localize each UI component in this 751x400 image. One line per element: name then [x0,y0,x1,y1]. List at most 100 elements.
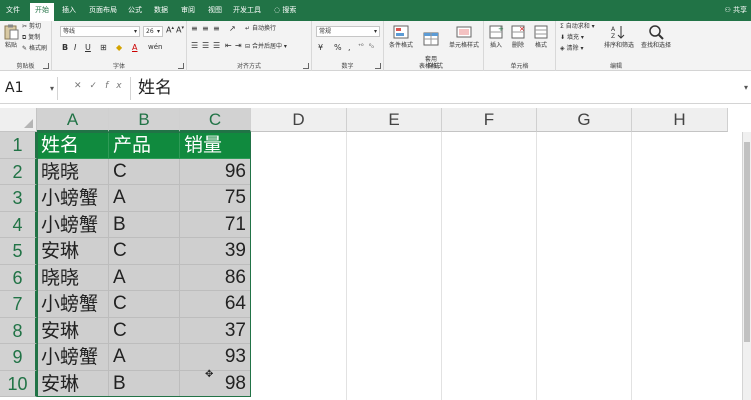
column-header-a[interactable]: A [37,108,109,132]
product-cell[interactable]: C [109,158,180,185]
tab-view[interactable]: 视图 [204,4,226,21]
row-header-4[interactable]: 4 [0,211,37,238]
align-center-icon[interactable]: ☰ [202,41,209,50]
percent-button[interactable]: % [334,43,342,52]
number-launcher[interactable] [375,63,381,69]
decrease-font-icon[interactable]: A▾ [176,25,184,35]
product-cell[interactable]: C [109,238,180,265]
tab-page-layout[interactable]: 页面布局 [86,4,120,21]
alignment-launcher[interactable] [303,63,309,69]
column-header-c[interactable]: C [180,108,251,132]
orientation-icon[interactable]: ↗ [229,24,236,33]
empty-column-e[interactable] [347,132,442,400]
font-launcher[interactable] [178,63,184,69]
sales-cell[interactable]: 98 [180,370,251,397]
number-format-select[interactable]: 常规 ▾ [316,26,380,37]
name-cell[interactable]: 安琳 [37,238,109,265]
row-header-8[interactable]: 8 [0,317,37,344]
tab-file[interactable]: 文件 [2,4,24,21]
increase-decimal-icon[interactable]: ⁺⁰ [358,43,364,50]
sales-cell[interactable]: 64 [180,291,251,318]
insert-function-icon[interactable]: fx [105,81,130,91]
increase-font-icon[interactable]: A▴ [166,25,174,35]
merge-center-button[interactable]: ⊟ 合并后居中 ▾ [245,42,287,52]
product-cell[interactable]: B [109,211,180,238]
sales-cell[interactable]: 37 [180,317,251,344]
decrease-decimal-icon[interactable]: ⁰₀ [369,43,374,50]
name-cell[interactable]: 安琳 [37,317,109,344]
product-cell[interactable]: C [109,291,180,318]
row-header-10[interactable]: 10 [0,370,37,397]
name-cell[interactable]: 安琳 [37,370,109,397]
row-header-9[interactable]: 9 [0,344,37,371]
sales-cell[interactable]: 96 [180,158,251,185]
column-header-g[interactable]: G [537,108,632,132]
cut-button[interactable]: ✂ 剪切 [22,22,41,32]
wrap-text-button[interactable]: ↵ 自动换行 [245,24,276,34]
column-header-f[interactable]: F [442,108,537,132]
name-cell[interactable]: 晓晓 [37,264,109,291]
expand-formula-bar-icon[interactable]: ▾ [744,83,748,92]
vertical-scrollbar[interactable] [742,132,751,400]
cancel-icon[interactable]: ✕ [74,81,90,91]
autosum-button[interactable]: Σ 自动求和 ▾ [560,22,595,32]
clear-button[interactable]: ◈ 清除 ▾ [560,44,583,54]
row-header-2[interactable]: 2 [0,158,37,185]
format-painter-button[interactable]: ✎ 格式刷 [22,44,47,54]
header-cell-product[interactable]: 产品 [109,132,180,159]
column-header-e[interactable]: E [347,108,442,132]
copy-button[interactable]: ⧉ 复制 [22,33,40,43]
name-box[interactable]: A1 ▾ [0,77,58,100]
align-middle-icon[interactable]: ≡ [202,24,209,33]
row-header-7[interactable]: 7 [0,291,37,318]
borders-icon[interactable]: ⊞ [100,43,107,52]
formula-input[interactable]: 姓名 [130,77,741,100]
font-name-select[interactable]: 等线 ▾ [60,26,140,37]
empty-column-g[interactable] [537,132,632,400]
header-cell-name[interactable]: 姓名 [37,132,109,159]
name-cell[interactable]: 小螃蟹 [37,291,109,318]
tab-review[interactable]: 审阅 [177,4,199,21]
tab-home[interactable]: 开始 [30,3,54,21]
delete-cells-button[interactable]: × 删除 [508,24,528,49]
column-header-h[interactable]: H [632,108,728,132]
product-cell[interactable]: B [109,370,180,397]
empty-column-f[interactable] [442,132,537,400]
sales-cell[interactable]: 39 [180,238,251,265]
align-top-icon[interactable]: ≡ [191,24,198,33]
tab-formulas[interactable]: 公式 [125,4,145,21]
sales-cell[interactable]: 93 [180,344,251,371]
phonetic-icon[interactable]: wén [148,43,162,51]
align-bottom-icon[interactable]: ≡ [213,24,220,33]
tab-data[interactable]: 数据 [150,4,172,21]
name-cell[interactable]: 小螃蟹 [37,185,109,212]
font-size-select[interactable]: 26 ▾ [143,26,163,37]
row-header-1[interactable]: 1 [0,132,37,159]
product-cell[interactable]: A [109,185,180,212]
sort-filter-button[interactable]: AZ 排序和筛选 [602,24,636,49]
cell-styles-button[interactable]: 单元格样式 [446,24,482,49]
product-cell[interactable]: A [109,344,180,371]
bold-button[interactable]: B [62,43,68,52]
search-box[interactable]: ◌ 搜索 [274,4,296,17]
fill-button[interactable]: ⬇ 填充 ▾ [560,33,584,43]
clipboard-launcher[interactable] [43,63,49,69]
conditional-format-button[interactable]: 条件格式 [386,24,416,49]
increase-indent-icon[interactable]: ⇥ [235,41,242,50]
share-button[interactable]: ⚇ 共享 [724,4,747,17]
comma-style-button[interactable]: , [348,43,351,52]
tab-insert[interactable]: 插入 [58,4,80,21]
column-header-d[interactable]: D [251,108,347,132]
insert-cells-button[interactable]: + 插入 [486,24,506,49]
product-cell[interactable]: C [109,317,180,344]
empty-column-d[interactable] [251,132,347,400]
find-select-button[interactable]: 查找和选择 [638,24,674,49]
align-left-icon[interactable]: ☰ [191,41,198,50]
name-cell[interactable]: 晓晓 [37,158,109,185]
product-cell[interactable]: A [109,264,180,291]
tab-developer[interactable]: 开发工具 [231,4,263,21]
name-cell[interactable]: 小螃蟹 [37,211,109,238]
align-right-icon[interactable]: ☰ [213,41,220,50]
format-cells-button[interactable]: 格式 [530,24,552,49]
header-cell-sales[interactable]: 销量 [180,132,251,159]
